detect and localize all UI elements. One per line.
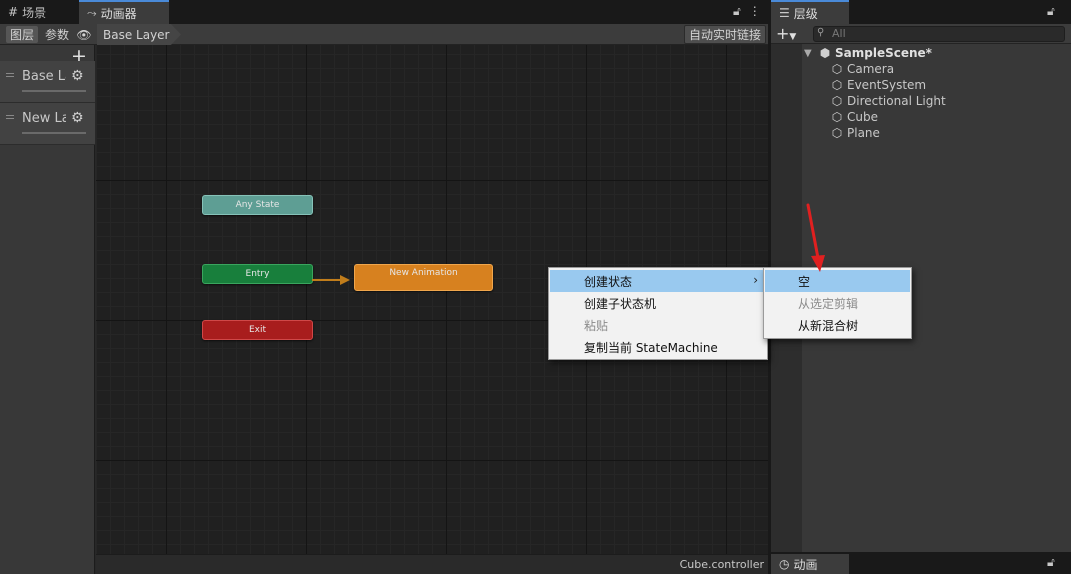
layer-item-new[interactable]: New Layer ⚙	[0, 103, 95, 145]
chevron-down-icon: ▼	[789, 32, 797, 42]
gameobject-cube-icon: ⬡	[831, 94, 843, 108]
submenu-item-from-new-blend-tree[interactable]: 从新混合树	[765, 314, 910, 336]
context-menu: 创建状态 › 创建子状态机 粘贴 复制当前 StateMachine	[548, 267, 768, 360]
create-state-submenu: 空 从选定剪辑 从新混合树	[763, 267, 912, 339]
tab-animation[interactable]: ◷ 动画	[771, 554, 849, 574]
tab-parameters[interactable]: 参数	[42, 26, 72, 43]
tree-item-plane[interactable]: ⬡ Plane	[830, 125, 880, 141]
search-icon: ⚲	[817, 27, 825, 38]
menu-item-label: 从选定剪辑	[798, 296, 859, 311]
layer-item-base[interactable]: Base Layer ⚙	[0, 61, 95, 103]
menu-item-label: 复制当前 StateMachine	[584, 340, 718, 355]
menu-item-create-sub-state-machine[interactable]: 创建子状态机	[550, 292, 766, 314]
chevron-right-icon: ›	[753, 273, 758, 287]
auto-live-link-label: 自动实时链接	[688, 28, 761, 42]
animator-toolbar: 图层 参数 👁︎ Base Layer 自动实时链接	[0, 24, 768, 45]
gameobject-cube-icon: ⬡	[831, 110, 843, 124]
tab-hierarchy-label: 层级	[793, 6, 818, 21]
breadcrumb-label: Base Layer	[103, 27, 170, 42]
exit-node[interactable]: Exit	[202, 320, 313, 340]
animator-tabbar: # 场景 ⤳ 动画器 🔓︎ ⋮	[0, 0, 768, 24]
grid-icon: #	[8, 5, 19, 19]
tab-layers-label: 图层	[9, 28, 34, 42]
tree-item-label: EventSystem	[847, 78, 927, 92]
lock-icon[interactable]: 🔓︎	[1047, 4, 1055, 19]
more-options-icon[interactable]: ⋮	[749, 4, 761, 19]
tree-item-label: Directional Light	[847, 94, 946, 108]
gameobject-cube-icon: ⬡	[831, 126, 843, 140]
tab-hierarchy[interactable]: ☰ 层级	[771, 0, 849, 24]
unity-scene-icon: ⬢	[819, 46, 831, 60]
lock-icon[interactable]: 🔓︎	[1047, 555, 1055, 570]
bottom-tabbar: ◷ 动画 🔓︎	[771, 552, 1071, 574]
scene-row[interactable]: ▼ ⬢ SampleScene*	[802, 45, 932, 61]
menu-item-label: 从新混合树	[798, 318, 859, 333]
tree-item-camera[interactable]: ⬡ Camera	[830, 61, 894, 77]
layer-name: Base Layer	[22, 69, 66, 84]
tree-item-label: Cube	[847, 110, 878, 124]
tab-scene[interactable]: # 场景	[0, 0, 78, 24]
layers-panel: + Base Layer ⚙ New Layer ⚙	[0, 45, 95, 574]
any-state-label: Any State	[235, 200, 280, 210]
drag-handle-icon[interactable]	[6, 73, 14, 77]
drag-handle-icon[interactable]	[6, 115, 14, 119]
tree-item-eventsystem[interactable]: ⬡ EventSystem	[830, 77, 926, 93]
menu-item-copy-state-machine[interactable]: 复制当前 StateMachine	[550, 336, 766, 358]
menu-item-label: 空	[798, 274, 811, 289]
tab-parameters-label: 参数	[44, 28, 69, 42]
tree-item-label: Plane	[847, 126, 880, 140]
tab-animator-label: 动画器	[100, 6, 137, 21]
clock-icon: ◷	[779, 557, 790, 571]
status-bar: Cube.controller	[96, 554, 768, 574]
tab-layers[interactable]: 图层	[6, 26, 38, 43]
new-animation-label: New Animation	[389, 268, 458, 278]
breadcrumb[interactable]: Base Layer	[97, 24, 181, 45]
lock-icon[interactable]: 🔓︎	[733, 4, 741, 19]
hierarchy-toolbar: +▼ All ⚲	[771, 24, 1071, 44]
animator-icon: ⤳	[87, 5, 97, 20]
list-icon: ☰	[779, 6, 790, 20]
layer-weight-bar	[22, 132, 86, 134]
tree-item-label: Camera	[847, 62, 895, 76]
entry-label: Entry	[245, 269, 270, 279]
menu-item-paste[interactable]: 粘贴	[550, 314, 766, 336]
exit-label: Exit	[248, 325, 267, 335]
menu-item-label: 创建状态	[584, 274, 633, 289]
gear-icon[interactable]: ⚙	[71, 68, 84, 84]
gear-icon[interactable]: ⚙	[71, 110, 84, 126]
controller-file-label: Cube.controller	[679, 558, 764, 571]
entry-node[interactable]: Entry	[202, 264, 313, 284]
expand-arrow-icon[interactable]: ▼	[804, 48, 818, 59]
layer-name: New Layer	[22, 111, 66, 126]
hierarchy-tabbar: ☰ 层级 🔓︎	[771, 0, 1071, 24]
search-input[interactable]: All	[813, 26, 1065, 42]
menu-item-label: 创建子状态机	[584, 296, 657, 311]
gameobject-cube-icon: ⬡	[831, 62, 843, 76]
new-animation-node[interactable]: New Animation	[354, 264, 493, 291]
tree-item-cube[interactable]: ⬡ Cube	[830, 109, 878, 125]
submenu-item-empty[interactable]: 空	[765, 270, 910, 292]
transition-arrow[interactable]	[312, 273, 354, 287]
eye-icon[interactable]: 👁︎	[75, 26, 93, 43]
menu-item-label: 粘贴	[584, 318, 609, 333]
scene-name: SampleScene*	[835, 46, 932, 60]
submenu-item-from-selected-clip[interactable]: 从选定剪辑	[765, 292, 910, 314]
gameobject-cube-icon: ⬡	[831, 78, 843, 92]
layer-weight-bar	[22, 90, 86, 92]
tab-animator[interactable]: ⤳ 动画器	[79, 0, 169, 24]
any-state-node[interactable]: Any State	[202, 195, 313, 215]
tree-item-directional-light[interactable]: ⬡ Directional Light	[830, 93, 946, 109]
menu-item-create-state[interactable]: 创建状态 ›	[550, 270, 766, 292]
tab-scene-label: 场景	[22, 5, 47, 20]
auto-live-link-button[interactable]: 自动实时链接	[683, 25, 766, 44]
tab-animation-label: 动画	[793, 557, 818, 572]
